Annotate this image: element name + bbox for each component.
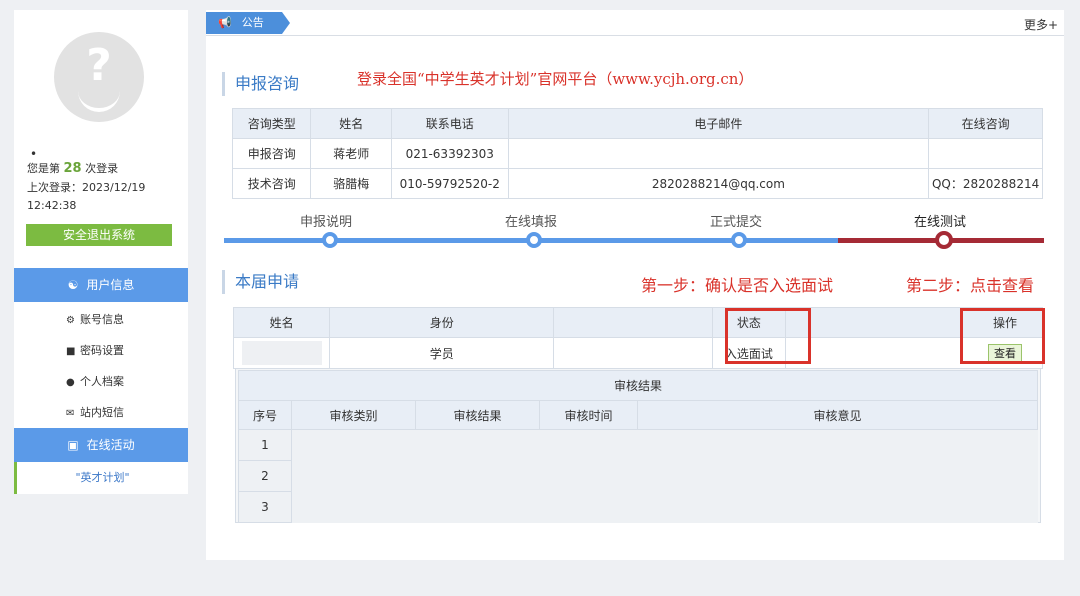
header-cell: 审核结果	[415, 400, 540, 430]
table-cell	[292, 492, 1038, 523]
step-dot[interactable]	[731, 232, 747, 248]
header-cell: 审核意见	[637, 400, 1038, 430]
step-label: 正式提交	[709, 215, 762, 230]
lock-icon: ■	[66, 346, 76, 357]
header-cell	[553, 307, 713, 338]
redacted-name	[241, 341, 322, 365]
login-prefix: 您是第	[27, 162, 60, 175]
table-row: 申报咨询 蒋老师 021-63392303	[231, 138, 1043, 169]
header-cell: 姓名	[310, 108, 392, 139]
monitor-icon: ▣	[67, 438, 79, 452]
menu-item-messages[interactable]: ✉ 站内短信	[14, 397, 188, 428]
step-label: 在线填报	[504, 215, 557, 230]
table-header-row: 序号 审核类别 审核结果 审核时间 审核意见	[238, 400, 1038, 430]
qq-contact[interactable]: QQ：2820288214	[928, 168, 1043, 199]
annotation-step2: 第二步：点击查看	[906, 276, 1035, 295]
table-cell: 021-63392303	[390, 138, 509, 169]
apply-table: 姓名 身份 状态 操作 学员 入选面试 查看	[232, 307, 1043, 369]
user-icon: ☯	[67, 278, 79, 292]
notice-label: 公告	[241, 16, 264, 29]
table-cell: 2	[238, 460, 292, 492]
gear-icon: ⚙	[66, 315, 75, 326]
table-cell: 学员	[329, 337, 555, 369]
table-row: 学员 入选面试 查看	[232, 337, 1043, 369]
more-link[interactable]: 更多+	[1024, 16, 1058, 33]
megaphone-icon: 📢	[218, 16, 232, 29]
menu-online-activity-label: 在线活动	[86, 438, 135, 452]
table-header-row: 姓名 身份 状态 操作	[232, 307, 1043, 338]
table-header-row: 咨询类型 姓名 联系电话 电子邮件 在线咨询	[231, 108, 1043, 139]
section-title-consult: 申报咨询	[222, 72, 299, 96]
table-cell	[292, 461, 1038, 492]
menu-item-password[interactable]: ■ 密码设置	[14, 335, 188, 366]
table-cell: 技术咨询	[231, 168, 312, 199]
header-cell: 电子邮件	[507, 108, 930, 139]
person-icon: ●	[66, 377, 75, 388]
menu-online-activity[interactable]: ▣ 在线活动	[14, 428, 188, 462]
review-table: 审核结果 序号 审核类别 审核结果 审核时间 审核意见 1 2 3	[238, 370, 1038, 523]
header-cell: 联系电话	[390, 108, 509, 139]
consult-table: 咨询类型 姓名 联系电话 电子邮件 在线咨询 申报咨询 蒋老师 021-6339…	[231, 108, 1043, 199]
section-title-apply: 本届申请	[222, 270, 299, 294]
table-row: 2	[238, 460, 1038, 492]
step-dot-current[interactable]	[935, 231, 953, 249]
sidebar: ? • 您是第 28 次登录 上次登录：2023/12/19 12:42:38 …	[14, 10, 188, 494]
review-title: 审核结果	[238, 370, 1038, 401]
last-login-label: 上次登录：2023/12/19	[27, 181, 146, 194]
header-cell: 序号	[238, 400, 292, 430]
header-cell: 姓名	[232, 307, 331, 338]
step-dot[interactable]	[322, 232, 338, 248]
step-label-current: 在线测试	[913, 215, 966, 230]
logout-button[interactable]: 安全退出系统	[26, 224, 172, 246]
main-panel: 📢 公告 更多+ 申报咨询 登录全国“中学生英才计划”官网平台（www.ycjh.…	[206, 10, 1064, 560]
bullet-dot: •	[30, 147, 38, 161]
table-row: 技术咨询 骆腊梅 010-59792520-2 2820288214@qq.co…	[231, 168, 1043, 199]
table-cell	[232, 337, 331, 369]
table-cell: 3	[238, 491, 292, 523]
login-suffix: 次登录	[85, 162, 119, 175]
annotation-step1: 第一步：确认是否入选面试	[641, 276, 834, 295]
table-cell	[507, 138, 930, 169]
menu-item-label: 账号信息	[80, 313, 124, 326]
email-link[interactable]: 2820288214@qq.com	[507, 168, 930, 199]
review-title-row: 审核结果	[238, 370, 1038, 401]
table-cell: 010-59792520-2	[390, 168, 509, 199]
menu-item-label: 密码设置	[80, 344, 124, 357]
header-cell: 审核时间	[539, 400, 638, 430]
mail-icon: ✉	[66, 408, 75, 419]
header-cell: 咨询类型	[231, 108, 312, 139]
notice-bar: 📢 公告 更多+	[206, 10, 1064, 36]
last-login-time: 12:42:38	[27, 199, 77, 212]
table-cell: 申报咨询	[231, 138, 312, 169]
menu-user-info-label: 用户信息	[86, 278, 135, 292]
header-cell: 在线咨询	[928, 108, 1043, 139]
menu-item-profile[interactable]: ● 个人档案	[14, 366, 188, 397]
annotation-login-site: 登录全国“中学生英才计划”官网平台（www.ycjh.org.cn）	[357, 70, 754, 88]
header-cell: 审核类别	[291, 400, 416, 430]
menu-item-yingcai[interactable]: "英才计划"	[14, 462, 188, 494]
table-cell: 蒋老师	[310, 138, 392, 169]
table-cell: 1	[238, 429, 292, 461]
login-count-line: 您是第 28 次登录	[27, 160, 118, 177]
annotation-box-action	[960, 308, 1045, 364]
table-cell	[553, 337, 713, 369]
table-cell	[928, 138, 1043, 169]
login-count: 28	[63, 161, 82, 176]
table-cell: 骆腊梅	[310, 168, 392, 199]
menu-item-label: 个人档案	[80, 375, 124, 388]
notice-tab[interactable]: 📢 公告	[206, 12, 290, 34]
table-cell	[292, 430, 1038, 461]
menu-item-label: 站内短信	[80, 406, 124, 419]
table-row: 3	[238, 491, 1038, 523]
avatar-placeholder-icon: ?	[54, 32, 144, 122]
annotation-box-status	[725, 308, 811, 364]
table-row: 1	[238, 429, 1038, 461]
header-cell: 身份	[329, 307, 555, 338]
menu-item-account[interactable]: ⚙ 账号信息	[14, 304, 188, 335]
menu-user-info[interactable]: ☯ 用户信息	[14, 268, 188, 302]
step-label: 申报说明	[299, 215, 352, 230]
step-dot[interactable]	[526, 232, 542, 248]
